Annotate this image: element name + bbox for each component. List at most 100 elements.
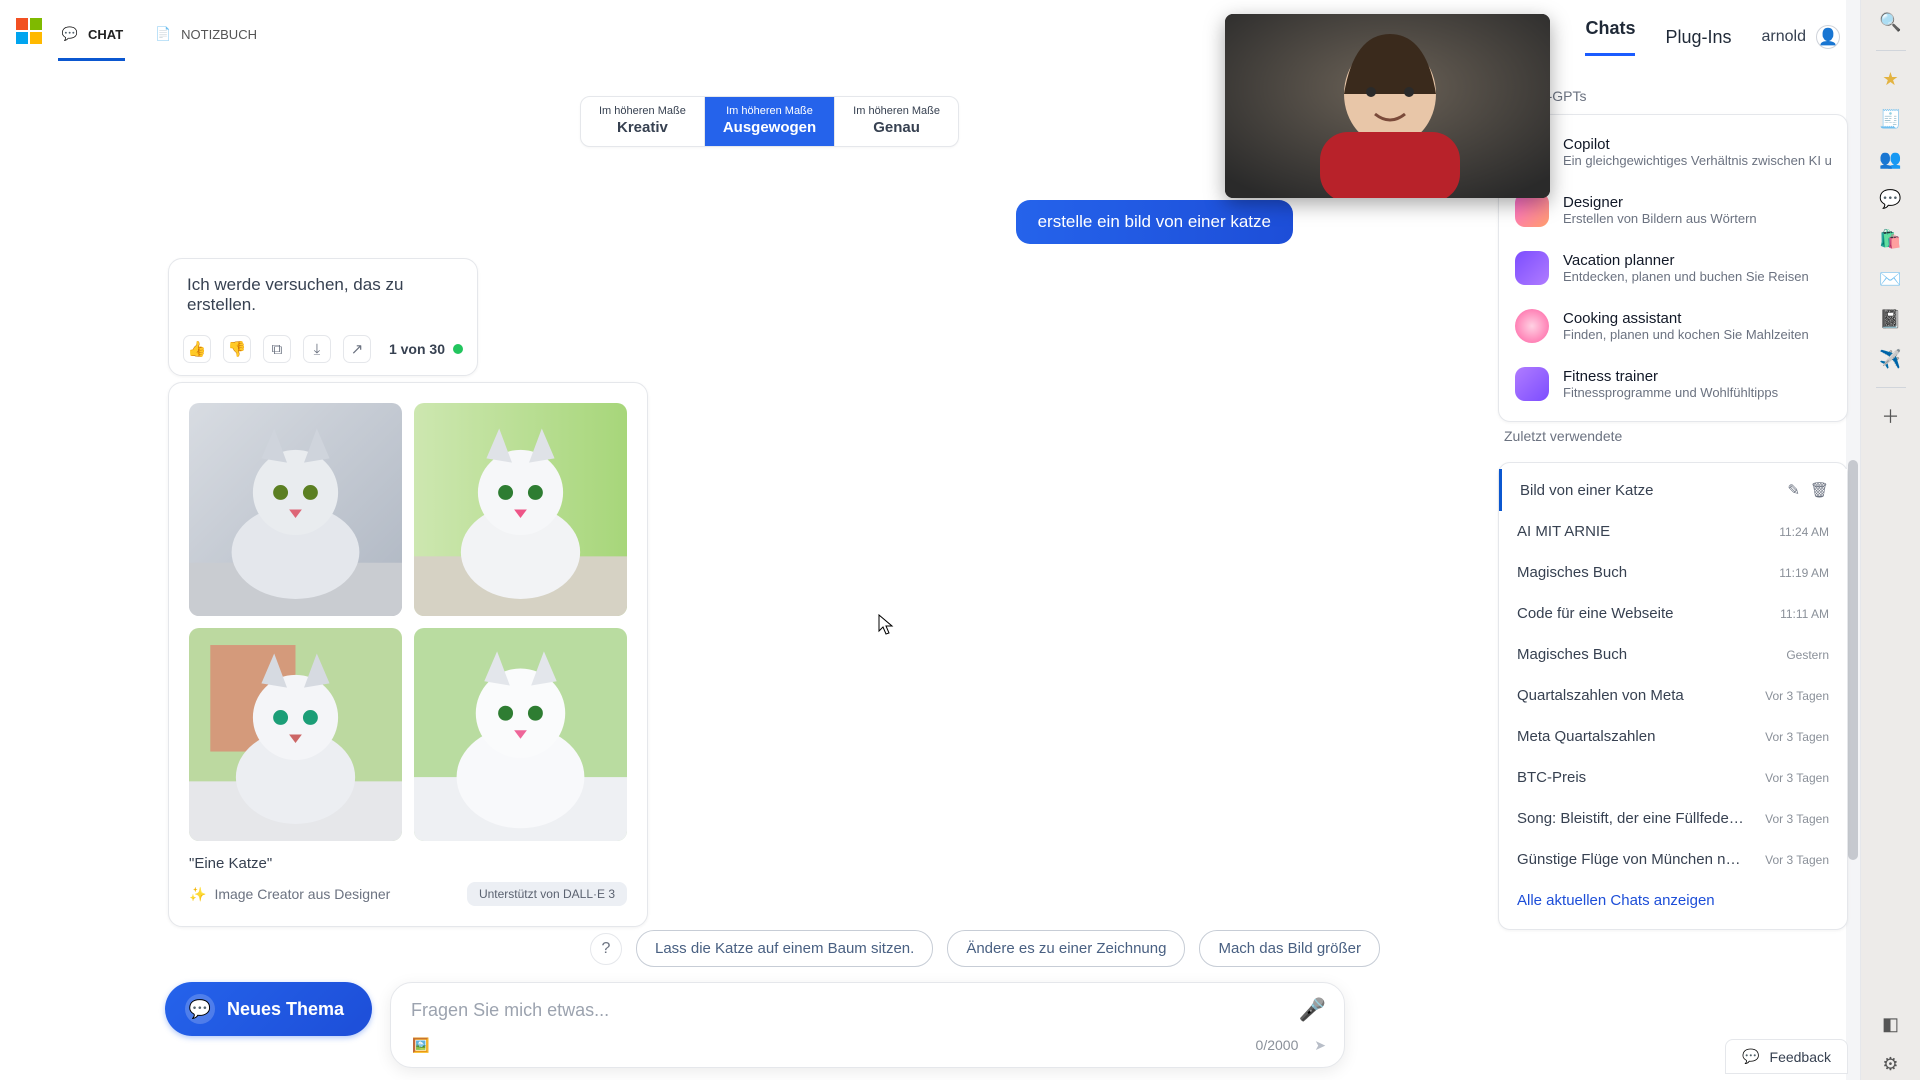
conversation-style-selector: Im höheren Maße Kreativ Im höheren Maße … <box>580 96 959 147</box>
generated-image-2[interactable] <box>414 403 627 616</box>
recent-title: Quartalszahlen von Meta <box>1517 687 1684 704</box>
like-button[interactable]: 👍 <box>183 335 211 363</box>
gpt-name: Designer <box>1563 194 1757 211</box>
feedback-button[interactable]: 💬 Feedback <box>1725 1039 1848 1074</box>
gpt-sub: Fitnessprogramme und Wohlfühltipps <box>1563 385 1778 400</box>
download-button[interactable]: ⤓ <box>303 335 331 363</box>
sidepanel-toggle-icon[interactable]: ◧ <box>1875 1008 1907 1040</box>
image-grid <box>189 403 627 841</box>
header-right: Chats Plug-Ins arnold 👤 <box>1585 18 1840 56</box>
suggestion-chip[interactable]: Mach das Bild größer <box>1199 930 1380 967</box>
gpt-item-designer[interactable]: Designer Erstellen von Bildern aus Wörte… <box>1499 181 1847 239</box>
generated-image-4[interactable] <box>414 628 627 841</box>
generated-image-1[interactable] <box>189 403 402 616</box>
recent-item[interactable]: Bild von einer Katze ✎ 🗑 <box>1499 469 1847 511</box>
recent-item[interactable]: Magisches Buch11:19 AM <box>1499 552 1847 593</box>
share-button[interactable]: ↗ <box>343 335 371 363</box>
recent-time: Vor 3 Tagen <box>1765 771 1829 785</box>
tab-notebook-label: NOTIZBUCH <box>181 27 257 42</box>
suggestion-chip[interactable]: Ändere es zu einer Zeichnung <box>947 930 1185 967</box>
outlook-icon[interactable]: ✉️ <box>1875 263 1907 295</box>
send-icon[interactable]: ✈️ <box>1875 343 1907 375</box>
feedback-label: Feedback <box>1770 1049 1831 1065</box>
gpts-heading: Copilot-GPTs <box>1504 88 1848 104</box>
recent-item[interactable]: Günstige Flüge von München nach FraVor 3… <box>1499 839 1847 880</box>
view-all-chats[interactable]: Alle aktuellen Chats anzeigen <box>1499 880 1847 921</box>
shopping-icon[interactable]: 🛍️ <box>1875 223 1907 255</box>
search-icon[interactable]: 🔍 <box>1875 6 1907 38</box>
rename-chat-icon[interactable]: ✎ <box>1787 481 1800 499</box>
style-creative[interactable]: Im höheren Maße Kreativ <box>581 97 704 146</box>
suggestion-chip[interactable]: Lass die Katze auf einem Baum sitzen. <box>636 930 933 967</box>
user-info[interactable]: arnold 👤 <box>1762 25 1840 49</box>
generated-image-3[interactable] <box>189 628 402 841</box>
recent-item[interactable]: AI MIT ARNIE11:24 AM <box>1499 511 1847 552</box>
collections-icon[interactable]: 🧾 <box>1875 103 1907 135</box>
composer: 💬 Neues Thema 🎤 🖼️ 0/2000 ➤ <box>165 982 1345 1068</box>
new-topic-icon: 💬 <box>185 994 215 1024</box>
chat-input[interactable] <box>409 999 1285 1022</box>
delete-chat-icon[interactable]: 🗑 <box>1810 481 1829 499</box>
designer-icon <box>1515 193 1549 227</box>
settings-icon[interactable]: ⚙ <box>1875 1048 1907 1080</box>
help-icon[interactable]: ? <box>590 933 622 965</box>
recent-heading: Zuletzt verwendete <box>1504 428 1848 444</box>
recent-title: Bild von einer Katze <box>1520 482 1653 499</box>
style-top-label: Im höheren Maße <box>723 105 816 119</box>
add-app-icon[interactable]: ＋ <box>1875 400 1907 432</box>
copilot-chat-icon[interactable]: 💬 <box>1875 183 1907 215</box>
new-topic-button[interactable]: 💬 Neues Thema <box>165 982 372 1036</box>
gpt-item-cooking[interactable]: Cooking assistant Finden, planen und koc… <box>1499 297 1847 355</box>
link-chats[interactable]: Chats <box>1585 18 1635 56</box>
image-upload-icon[interactable]: 🖼️ <box>409 1033 433 1057</box>
recent-time: Gestern <box>1786 648 1829 662</box>
gpt-item-fitness[interactable]: Fitness trainer Fitnessprogramme und Woh… <box>1499 355 1847 413</box>
right-panel: Copilot-GPTs Copilot Ein gleichgewichtig… <box>1498 82 1848 930</box>
tab-chat[interactable]: 💬 CHAT <box>58 18 125 61</box>
recent-time: Vor 3 Tagen <box>1765 730 1829 744</box>
copy-button[interactable]: ⧉ <box>263 335 291 363</box>
mic-icon[interactable]: 🎤 <box>1299 997 1326 1023</box>
feedback-icon: 💬 <box>1742 1048 1759 1065</box>
gpt-item-vacation[interactable]: Vacation planner Entdecken, planen und b… <box>1499 239 1847 297</box>
favorites-icon[interactable]: ★ <box>1875 63 1907 95</box>
gpt-sub: Finden, planen und kochen Sie Mahlzeiten <box>1563 327 1809 342</box>
link-plugins[interactable]: Plug-Ins <box>1665 27 1731 48</box>
recent-item[interactable]: Magisches BuchGestern <box>1499 634 1847 675</box>
tab-chat-label: CHAT <box>88 27 123 42</box>
gpt-list: Copilot Ein gleichgewichtiges Verhältnis… <box>1498 114 1848 422</box>
image-source[interactable]: ✨ Image Creator aus Designer <box>189 886 390 903</box>
style-precise[interactable]: Im höheren Maße Genau <box>835 97 958 146</box>
main-scrollbar[interactable] <box>1846 0 1860 1080</box>
image-source-text: Image Creator aus Designer <box>214 886 390 902</box>
onenote-icon[interactable]: 📓 <box>1875 303 1907 335</box>
notebook-icon: 📄 <box>153 24 173 44</box>
recent-item[interactable]: Meta QuartalszahlenVor 3 Tagen <box>1499 716 1847 757</box>
style-balanced[interactable]: Im höheren Maße Ausgewogen <box>704 97 835 146</box>
gpt-item-copilot[interactable]: Copilot Ein gleichgewichtiges Verhältnis… <box>1499 123 1847 181</box>
recent-item[interactable]: Code für eine Webseite11:11 AM <box>1499 593 1847 634</box>
char-counter: 0/2000 <box>1256 1037 1299 1053</box>
tab-notebook[interactable]: 📄 NOTIZBUCH <box>151 18 259 61</box>
recent-title: Code für eine Webseite <box>1517 605 1673 622</box>
recent-item[interactable]: Quartalszahlen von MetaVor 3 Tagen <box>1499 675 1847 716</box>
recent-actions: ✎ 🗑 <box>1787 481 1829 499</box>
gpt-name: Fitness trainer <box>1563 368 1778 385</box>
recent-time: Vor 3 Tagen <box>1765 853 1829 867</box>
user-avatar-icon: 👤 <box>1816 25 1840 49</box>
scroll-thumb[interactable] <box>1848 460 1858 860</box>
message-toolbar: 👍 👎 ⧉ ⤓ ↗ 1 von 30 <box>169 327 477 375</box>
status-dot-icon <box>453 344 463 354</box>
dislike-button[interactable]: 👎 <box>223 335 251 363</box>
assistant-message: Ich werde versuchen, das zu erstellen. 👍… <box>168 258 478 376</box>
recent-item[interactable]: BTC-PreisVor 3 Tagen <box>1499 757 1847 798</box>
recent-item[interactable]: Song: Bleistift, der eine Füllfeder sein… <box>1499 798 1847 839</box>
send-button-icon[interactable]: ➤ <box>1314 1037 1326 1053</box>
sparkle-icon: ✨ <box>189 886 206 903</box>
image-result-card: "Eine Katze" ✨ Image Creator aus Designe… <box>168 382 648 927</box>
user-name: arnold <box>1762 28 1806 46</box>
fitness-icon <box>1515 367 1549 401</box>
vacation-icon <box>1515 251 1549 285</box>
people-icon[interactable]: 👥 <box>1875 143 1907 175</box>
image-caption: "Eine Katze" <box>189 855 627 872</box>
